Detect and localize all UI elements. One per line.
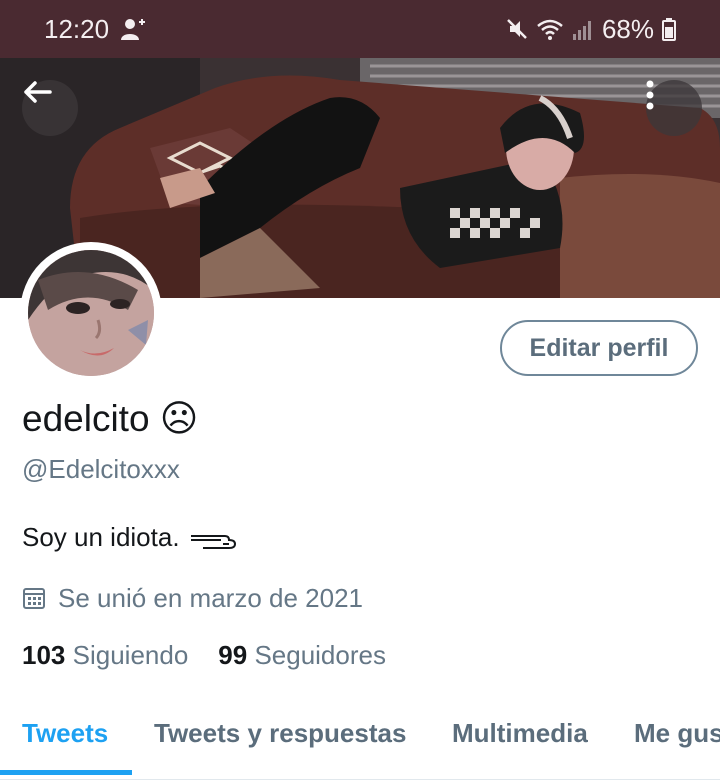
follow-stats: 103 Siguiendo 99 Seguidores bbox=[22, 638, 386, 672]
arrow-left-icon bbox=[24, 81, 52, 103]
followers-link[interactable]: 99 Seguidores bbox=[218, 638, 386, 672]
status-time: 12:20 bbox=[44, 14, 110, 44]
calendar-icon bbox=[23, 588, 45, 609]
following-count: 103 bbox=[22, 640, 66, 670]
tab-tweets[interactable]: Tweets bbox=[22, 718, 108, 749]
more-vertical-icon bbox=[646, 80, 654, 110]
joined-text: Se unió en marzo de 2021 bbox=[58, 582, 363, 613]
wifi-icon bbox=[537, 19, 563, 40]
back-button[interactable] bbox=[22, 80, 78, 136]
edit-profile-button[interactable]: Editar perfil bbox=[500, 320, 698, 376]
following-link[interactable]: 103 Siguiendo bbox=[22, 638, 188, 672]
tab-media[interactable]: Multimedia bbox=[452, 718, 588, 749]
display-name: edelcito ☹ bbox=[22, 398, 199, 439]
person-add-icon bbox=[121, 19, 145, 40]
bio-text: Soy un idiota. bbox=[22, 522, 180, 552]
pointing-hand-icon bbox=[190, 535, 236, 550]
followers-label: Seguidores bbox=[254, 640, 386, 670]
status-bar: 12:20 68% bbox=[0, 0, 720, 58]
following-label: Siguiendo bbox=[72, 640, 189, 670]
username-handle: @Edelcitoxxx bbox=[22, 454, 180, 484]
tab-likes[interactable]: Me gusta bbox=[634, 718, 720, 749]
mute-icon bbox=[507, 19, 527, 39]
avatar[interactable] bbox=[20, 242, 162, 384]
battery-percent: 68% bbox=[601, 14, 654, 44]
joined-date: Se unió en marzo de 2021 bbox=[22, 581, 363, 615]
battery-icon bbox=[662, 18, 676, 41]
tab-tweets-replies[interactable]: Tweets y respuestas bbox=[154, 718, 406, 749]
more-options-button[interactable] bbox=[646, 80, 702, 136]
active-tab-indicator bbox=[0, 770, 132, 775]
bio: Soy un idiota. bbox=[22, 520, 241, 554]
profile-tabs: Tweets Tweets y respuestas Multimedia Me… bbox=[0, 706, 720, 780]
status-icons: 68% bbox=[506, 13, 676, 45]
followers-count: 99 bbox=[218, 640, 248, 670]
avatar-image bbox=[28, 250, 154, 376]
signal-icon bbox=[572, 21, 591, 40]
